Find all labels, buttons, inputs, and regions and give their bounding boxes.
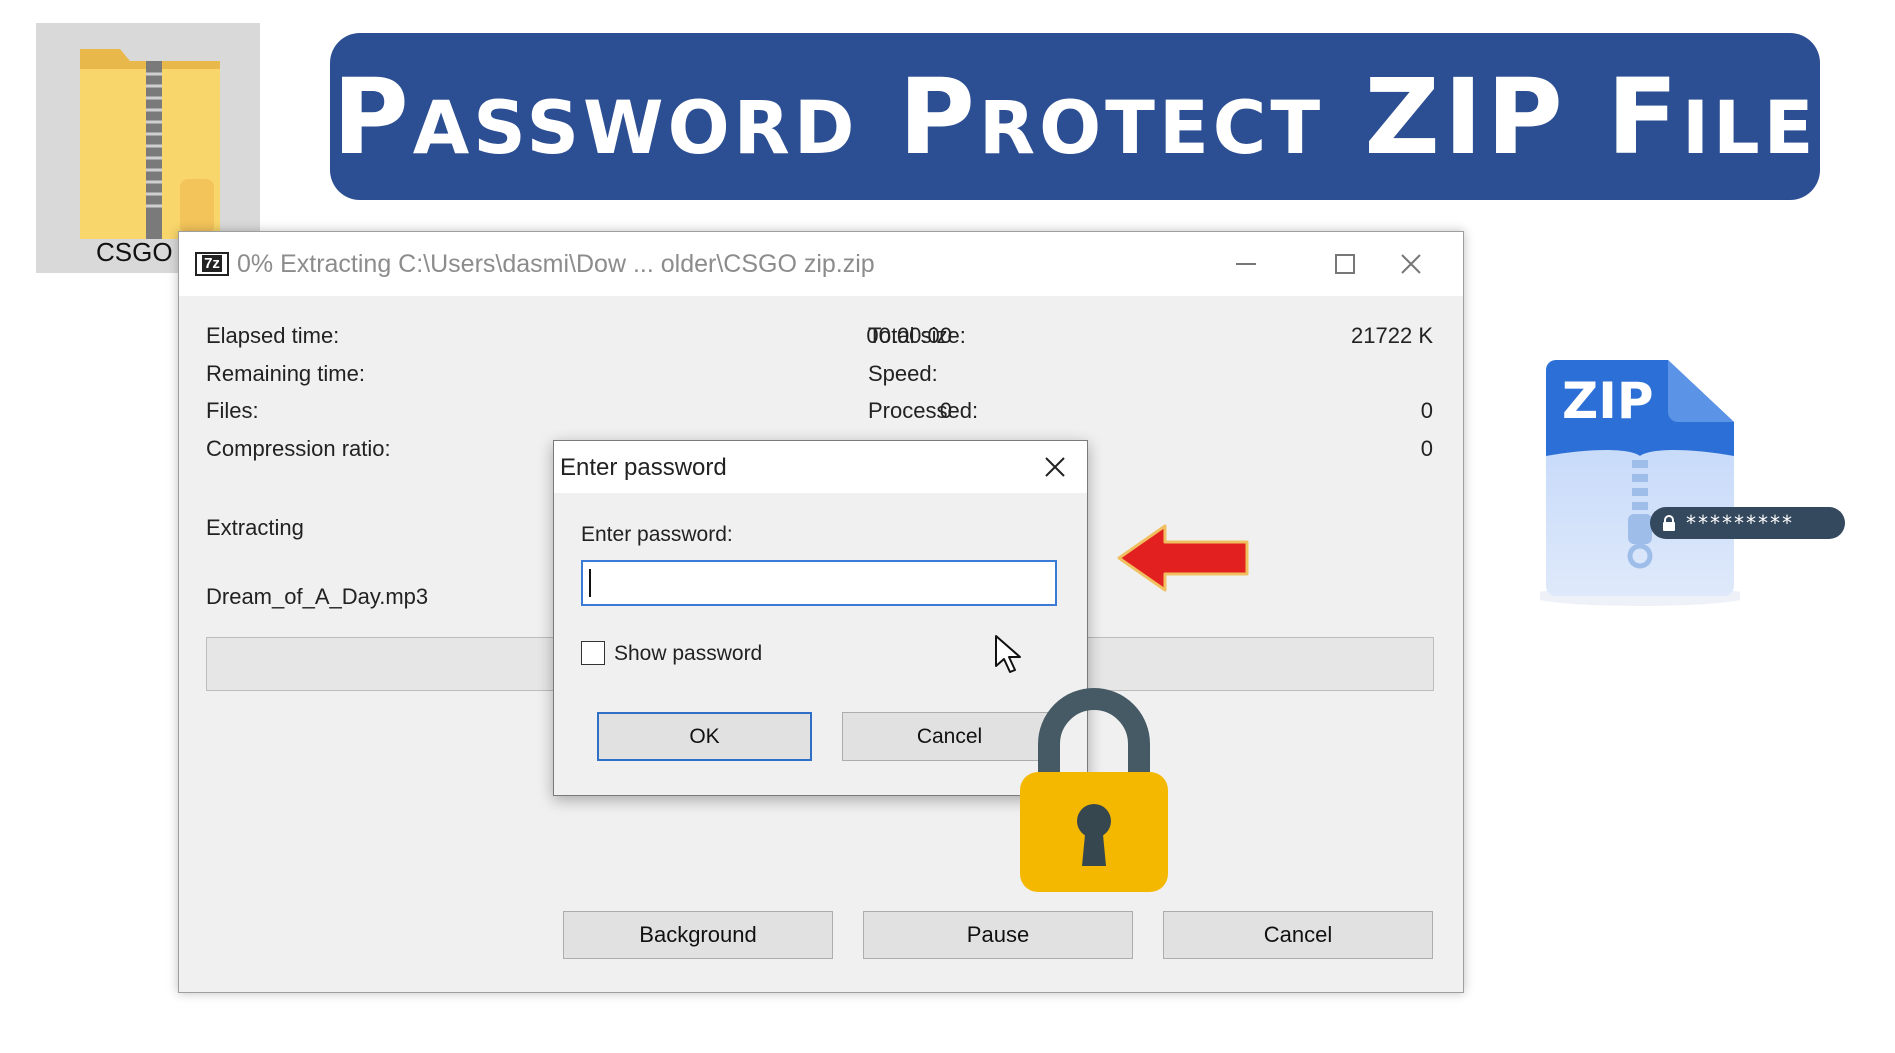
minimize-button[interactable] [1211, 242, 1281, 286]
show-password-checkbox[interactable] [581, 641, 605, 665]
files-label: Files: [206, 398, 259, 423]
window-title: 0% Extracting C:\Users\dasmi\Dow ... old… [237, 250, 875, 278]
padlock-icon [1020, 688, 1168, 892]
password-dialog: Enter password Enter password: Show pass… [553, 440, 1088, 796]
app-icon-text: 7z [202, 255, 222, 272]
dialog-titlebar[interactable]: Enter password [554, 441, 1087, 493]
processed-label: Processed: [868, 398, 979, 423]
remaining-time-label: Remaining time: [206, 361, 365, 386]
current-file-name: Dream_of_A_Day.mp3 [206, 584, 429, 609]
window-titlebar[interactable]: 7z 0% Extracting C:\Users\dasmi\Dow ... … [179, 232, 1463, 296]
close-icon [1045, 457, 1065, 477]
lock-icon [1663, 515, 1675, 531]
speed-label: Speed: [868, 361, 938, 386]
mouse-cursor-icon [995, 635, 1021, 673]
total-size-value: 21722 K [1351, 323, 1433, 348]
text-caret [589, 569, 591, 597]
processed-value: 0 [1420, 398, 1433, 423]
password-input[interactable] [581, 560, 1057, 606]
title-banner: Password Protect ZIP File [330, 33, 1820, 200]
ok-button[interactable]: OK [597, 712, 812, 761]
dialog-title: Enter password [560, 454, 727, 481]
show-password-label[interactable]: Show password [614, 642, 762, 666]
background-button[interactable]: Background [563, 911, 833, 959]
close-icon [1401, 254, 1421, 274]
banner-title: Password Protect ZIP File [332, 55, 1818, 178]
red-arrow-icon [1117, 524, 1249, 592]
status-label: Extracting [206, 515, 304, 540]
pause-button[interactable]: Pause [863, 911, 1133, 959]
minimize-icon [1236, 263, 1256, 265]
zip-folder-icon [80, 49, 220, 239]
zip-file-icon: ZIP [1540, 360, 1740, 606]
password-field-label: Enter password: [581, 523, 733, 546]
elapsed-time-label: Elapsed time: [206, 323, 340, 348]
total-size-label: Total size: [868, 323, 966, 348]
cancel-button[interactable]: Cancel [1163, 911, 1433, 959]
close-button[interactable] [1376, 242, 1446, 286]
dialog-close-button[interactable] [1033, 447, 1077, 487]
maximize-button[interactable] [1310, 242, 1380, 286]
7zip-app-icon: 7z [195, 252, 229, 276]
compression-ratio-label: Compression ratio: [206, 436, 391, 461]
maximize-icon [1335, 254, 1355, 274]
svg-text:ZIP: ZIP [1562, 372, 1654, 430]
packed-size-value: 0 [1420, 436, 1433, 461]
masked-password-badge: ********* [1650, 507, 1845, 539]
masked-password-text: ********* [1686, 511, 1794, 535]
